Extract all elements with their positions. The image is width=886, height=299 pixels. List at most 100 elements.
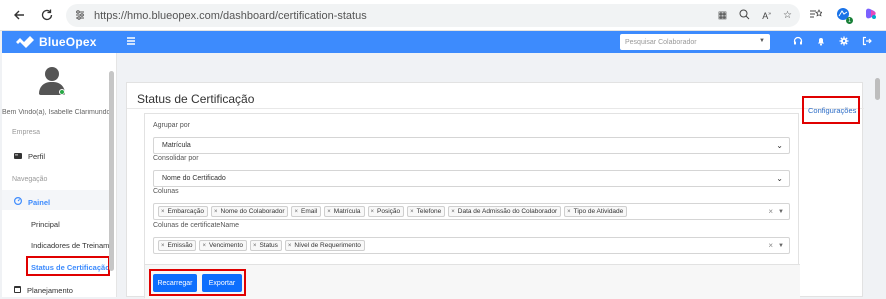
tag-label: Vencimento xyxy=(208,242,243,249)
remove-icon[interactable]: × xyxy=(253,243,257,249)
column-tag[interactable]: × Telefone xyxy=(407,206,446,217)
address-bar[interactable]: https://hmo.blueopex.com/dashboard/certi… xyxy=(66,4,800,27)
agrupar-label: Agrupar por xyxy=(153,122,190,129)
agrupar-value: Matrícula xyxy=(162,142,191,149)
chevron-down-icon: ⌄ xyxy=(776,141,783,150)
consolidar-select[interactable]: Nome do Certificado ⌄ xyxy=(153,170,790,187)
chevron-down-icon[interactable]: ▼ xyxy=(778,243,784,249)
colunas-cert-label: Colunas de certificateName xyxy=(153,222,239,229)
column-tag[interactable]: × Embarcação xyxy=(158,206,209,217)
menu-toggle-icon[interactable] xyxy=(126,36,136,49)
agrupar-select[interactable]: Matrícula ⌄ xyxy=(153,137,790,154)
colunas-label: Colunas xyxy=(153,188,179,195)
sidebar-item-label: Painel xyxy=(28,197,51,207)
consolidar-value: Nome do Certificado xyxy=(162,175,226,182)
remove-icon[interactable]: × xyxy=(451,209,455,215)
online-status-dot xyxy=(59,89,65,95)
column-tag[interactable]: × Emissão xyxy=(158,240,197,251)
copilot-icon[interactable] xyxy=(862,4,880,24)
remove-icon[interactable]: × xyxy=(161,209,165,215)
tag-label: Data de Admissão do Colaborador xyxy=(457,208,558,215)
site-info-icon[interactable] xyxy=(74,9,86,23)
zoom-icon[interactable] xyxy=(739,9,750,23)
sidebar-item-label: Planejamento xyxy=(27,285,73,295)
page-title: Status de Certificação xyxy=(137,92,255,106)
certification-status-card: Status de Certificação Agrupar por Matrí… xyxy=(126,82,864,299)
column-tag[interactable]: × Matrícula xyxy=(324,206,365,217)
bell-icon[interactable] xyxy=(816,36,826,49)
search-placeholder: Pesquisar Colaborador xyxy=(625,38,697,46)
filter-panel: Agrupar por Matrícula ⌄ Consolidar por N… xyxy=(144,113,800,299)
avatar xyxy=(39,67,65,97)
refresh-icon[interactable] xyxy=(34,2,60,28)
tag-label: Embarcação xyxy=(167,208,205,215)
column-tag[interactable]: × Nível de Requerimento xyxy=(284,240,365,251)
chevron-down-icon: ⌄ xyxy=(776,174,783,183)
section-title-navegacao: Navegação xyxy=(12,176,48,183)
column-tag[interactable]: × Tipo de Atividade xyxy=(564,206,628,217)
clear-icon[interactable]: × xyxy=(768,241,773,250)
column-tag[interactable]: × Status xyxy=(249,240,282,251)
tag-label: Email xyxy=(301,208,318,215)
logo-icon xyxy=(16,36,34,48)
column-tag[interactable]: × Data de Admissão do Colaborador xyxy=(448,206,562,217)
remove-icon[interactable]: × xyxy=(288,243,292,249)
favorites-list-icon[interactable] xyxy=(806,4,824,24)
sidebar-subitem-indicadores[interactable]: Indicadores de Treinam xyxy=(31,241,109,250)
section-title-empresa: Empresa xyxy=(12,129,41,136)
page-scrollbar[interactable] xyxy=(875,78,880,100)
chevron-down-icon[interactable]: ▼ xyxy=(778,209,784,215)
column-tag[interactable]: × Vencimento xyxy=(199,240,247,251)
extension-badge: 1 xyxy=(846,17,853,24)
brand-logo[interactable]: BlueOpex xyxy=(16,35,97,49)
colunas-multiselect[interactable]: × Embarcação × Nome do Colaborador × Email … xyxy=(153,203,790,220)
clear-icon[interactable]: × xyxy=(768,207,773,216)
welcome-text: Bem Vindo(a), Isabelle Clarimundo xyxy=(2,109,110,116)
tag-label: Tipo de Atividade xyxy=(573,208,624,215)
tag-label: Nível de Requerimento xyxy=(294,242,361,249)
sidebar: Bem Vindo(a), Isabelle Clarimundo Empres… xyxy=(2,53,117,297)
colunas-cert-multiselect[interactable]: × Emissão × Vencimento × Status × Nível de R… xyxy=(153,237,790,254)
divider xyxy=(127,108,864,109)
immersive-reader-icon[interactable]: ▦ xyxy=(718,10,727,21)
remove-icon[interactable]: × xyxy=(371,209,375,215)
remove-icon[interactable]: × xyxy=(202,243,206,249)
highlight-box xyxy=(149,269,246,296)
extensions-icon[interactable]: 1 xyxy=(834,4,853,24)
sidebar-scrollbar[interactable] xyxy=(109,71,114,271)
tag-label: Emissão xyxy=(167,242,193,249)
tag-label: Posição xyxy=(377,208,401,215)
tag-label: Matrícula xyxy=(333,208,361,215)
sidebar-item-perfil[interactable]: Perfil xyxy=(14,152,45,161)
browser-toolbar: https://hmo.blueopex.com/dashboard/certi… xyxy=(0,0,886,31)
dashboard-icon xyxy=(13,196,23,207)
remove-icon[interactable]: × xyxy=(161,243,165,249)
actions-bar: Recarregar Exportar xyxy=(145,264,800,299)
read-aloud-icon[interactable]: A» xyxy=(762,11,771,21)
highlight-box xyxy=(802,96,860,124)
gear-icon[interactable] xyxy=(839,36,849,49)
remove-icon[interactable]: × xyxy=(214,209,218,215)
id-card-icon xyxy=(14,152,22,161)
search-collaborator-select[interactable]: Pesquisar Colaborador ▼ xyxy=(620,34,770,50)
column-tag[interactable]: × Posição xyxy=(367,206,405,217)
favorite-icon[interactable]: ☆ xyxy=(783,10,792,21)
tag-label: Status xyxy=(259,242,278,249)
back-icon[interactable] xyxy=(6,2,32,28)
brand-name: BlueOpex xyxy=(39,35,97,49)
column-tag[interactable]: × Email xyxy=(291,206,322,217)
sidebar-item-label: Perfil xyxy=(28,152,46,161)
sidebar-subitem-principal[interactable]: Principal xyxy=(31,220,60,229)
headset-icon[interactable] xyxy=(793,36,803,49)
remove-icon[interactable]: × xyxy=(294,209,298,215)
app-header: BlueOpex Pesquisar Colaborador ▼ xyxy=(2,31,886,53)
consolidar-label: Consolidar por xyxy=(153,155,199,162)
logout-icon[interactable] xyxy=(862,36,872,49)
sidebar-item-planejamento[interactable]: Planejamento xyxy=(14,285,73,295)
chevron-down-icon: ▼ xyxy=(759,38,765,44)
remove-icon[interactable]: × xyxy=(327,209,331,215)
sidebar-item-painel[interactable]: Painel xyxy=(13,196,51,207)
column-tag[interactable]: × Nome do Colaborador xyxy=(211,206,289,217)
remove-icon[interactable]: × xyxy=(567,209,571,215)
remove-icon[interactable]: × xyxy=(410,209,414,215)
